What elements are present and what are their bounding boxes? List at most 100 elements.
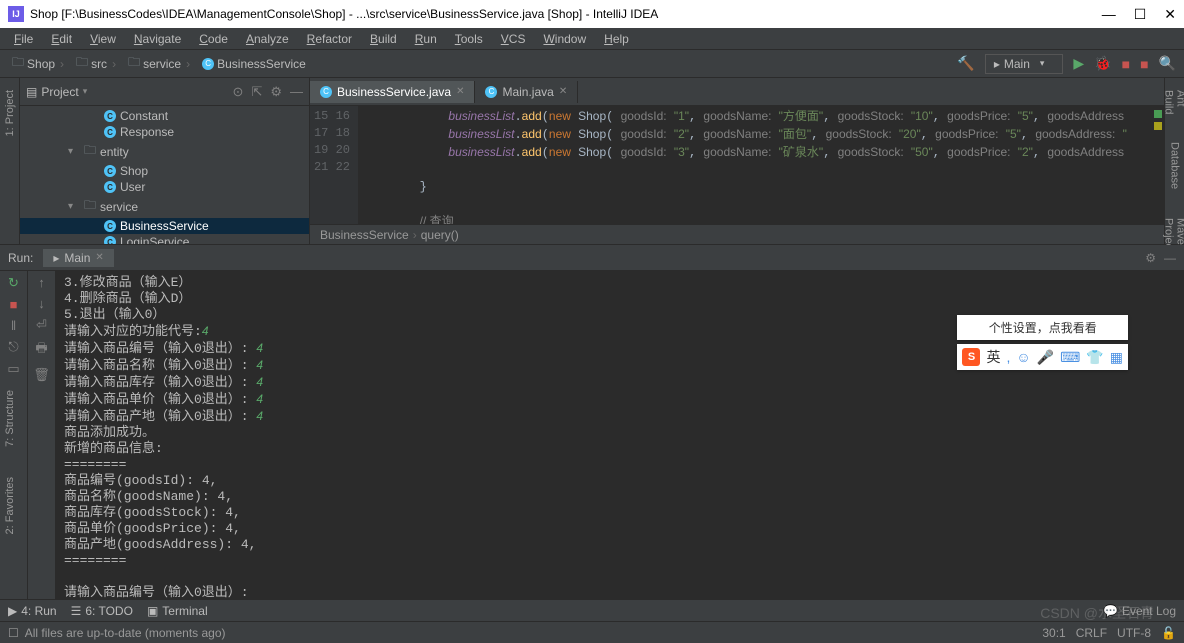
editor-tab-businessservice-java[interactable]: CBusinessService.java✕ — [310, 81, 475, 103]
close-icon[interactable]: ✕ — [95, 252, 103, 263]
wrap-icon[interactable]: ⏎ — [36, 317, 47, 333]
status-message: All files are up-to-date (moments ago) — [25, 626, 226, 640]
breadcrumb-shop[interactable]: 🗀Shop› — [8, 51, 68, 76]
breadcrumb-service[interactable]: 🗀service› — [124, 51, 194, 76]
menu-edit[interactable]: Edit — [43, 30, 80, 48]
run-config-icon: ▸ — [994, 57, 1000, 71]
structure-tool-tab[interactable]: 7: Structure — [4, 390, 16, 447]
stop-icon[interactable]: ■ — [1122, 56, 1130, 72]
run-panel: Run: ▸ Main ✕ ⚙ — ↻ ■ ‖ ⎋ ▭ ↑ ↓ ⏎ 🖶 🗑 3.… — [0, 244, 1184, 599]
exit-icon[interactable]: ⎋ — [8, 339, 18, 355]
lock-icon[interactable]: 🔓 — [1161, 626, 1176, 640]
menu-window[interactable]: Window — [535, 30, 594, 48]
status-icon[interactable]: ☐ — [8, 626, 19, 640]
marker-green — [1154, 110, 1162, 118]
project-panel: ▤ Project ▾ ⊙ ⇱ ⚙ — CConstantCResponse▾🗀… — [20, 78, 310, 244]
menu-refactor[interactable]: Refactor — [299, 30, 360, 48]
menu-file[interactable]: File — [6, 30, 41, 48]
ant-build-tab[interactable]: Ant Build — [1163, 86, 1184, 118]
tree-item-shop[interactable]: CShop — [20, 163, 309, 179]
editor-gutter: 15 16 17 18 19 20 21 22 — [310, 106, 358, 224]
ime-widget: 个性设置，点我看看 S 英 , ☺ 🎤 ⌨ 👕 ▦ — [957, 315, 1128, 370]
project-tool-tab[interactable]: 1: Project — [4, 86, 16, 140]
hide-icon[interactable]: — — [290, 84, 303, 100]
close-button[interactable]: ✕ — [1164, 6, 1176, 23]
tree-item-user[interactable]: CUser — [20, 179, 309, 195]
up-icon[interactable]: ↑ — [38, 275, 45, 290]
encoding[interactable]: UTF-8 — [1117, 626, 1151, 640]
print-icon[interactable]: 🖶 — [35, 339, 47, 361]
terminal-bottom-tab[interactable]: ▣Terminal — [147, 604, 208, 618]
maximize-button[interactable]: ☐ — [1134, 6, 1147, 23]
menu-code[interactable]: Code — [191, 30, 236, 48]
line-separator[interactable]: CRLF — [1076, 626, 1107, 640]
clear-icon[interactable]: 🗑 — [33, 367, 50, 383]
caret-position[interactable]: 30:1 — [1042, 626, 1065, 640]
hammer-icon[interactable]: 🔨 — [957, 55, 974, 72]
breadcrumb-businessservice[interactable]: CBusinessService — [198, 55, 310, 73]
tree-item-response[interactable]: CResponse — [20, 124, 309, 140]
down-icon[interactable]: ↓ — [38, 296, 45, 311]
gear-icon[interactable]: ⚙ — [1145, 251, 1156, 265]
marker-yellow — [1154, 122, 1162, 130]
project-view-label[interactable]: Project — [41, 85, 78, 99]
database-tab[interactable]: Database — [1169, 138, 1181, 193]
ime-tooltip[interactable]: 个性设置，点我看看 — [957, 315, 1128, 340]
ime-emoji-icon[interactable]: ☺ — [1016, 349, 1030, 365]
collapse-all-icon[interactable]: ⇱ — [251, 84, 262, 100]
ime-skin-icon[interactable]: 👕 — [1086, 349, 1103, 366]
editor-breadcrumb: BusinessService › query() — [310, 224, 1164, 244]
scroll-from-source-icon[interactable]: ⊙ — [233, 84, 244, 100]
breadcrumb-src[interactable]: 🗀src› — [72, 51, 120, 76]
layout-icon[interactable]: ▭ — [7, 361, 19, 377]
menu-run[interactable]: Run — [407, 30, 445, 48]
hide-icon[interactable]: — — [1164, 251, 1176, 265]
project-tree[interactable]: CConstantCResponse▾🗀entityCShopCUser▾🗀se… — [20, 106, 309, 244]
ime-toolbox-icon[interactable]: ▦ — [1110, 349, 1123, 366]
run-bottom-tab[interactable]: ▶4: Run — [8, 604, 57, 618]
favorites-tool-tab[interactable]: 2: Favorites — [4, 477, 16, 534]
tree-item-entity[interactable]: ▾🗀entity — [20, 140, 309, 163]
debug-icon[interactable]: 🐞 — [1094, 55, 1111, 72]
project-view-icon: ▤ — [26, 85, 37, 99]
run-config-selector[interactable]: ▸ Main — [985, 54, 1064, 74]
menu-help[interactable]: Help — [596, 30, 637, 48]
editor-body[interactable]: 15 16 17 18 19 20 21 22 businessList.add… — [310, 106, 1164, 224]
menu-navigate[interactable]: Navigate — [126, 30, 189, 48]
tree-item-businessservice[interactable]: CBusinessService — [20, 218, 309, 234]
ime-punct-icon[interactable]: , — [1006, 349, 1010, 365]
rerun-icon[interactable]: ↻ — [8, 275, 19, 291]
minimize-button[interactable]: — — [1102, 6, 1116, 23]
event-log-label[interactable]: Event Log — [1122, 604, 1176, 618]
code-area[interactable]: businessList.add(new Shop( goodsId: "1",… — [358, 106, 1164, 224]
gear-icon[interactable]: ⚙ — [270, 84, 282, 100]
menu-view[interactable]: View — [82, 30, 124, 48]
left-tool-stripe: 1: Project — [0, 78, 20, 244]
menu-vcs[interactable]: VCS — [493, 30, 534, 48]
run-icon[interactable]: ▶ — [1073, 55, 1084, 72]
tree-item-service[interactable]: ▾🗀service — [20, 195, 309, 218]
bc-class[interactable]: BusinessService — [320, 228, 409, 242]
ime-keyboard-icon[interactable]: ⌨ — [1060, 349, 1080, 366]
ime-voice-icon[interactable]: 🎤 — [1037, 349, 1054, 366]
event-log-icon[interactable]: 💬 — [1103, 604, 1118, 618]
ime-toolbar[interactable]: S 英 , ☺ 🎤 ⌨ 👕 ▦ — [957, 344, 1128, 370]
sogou-logo-icon[interactable]: S — [962, 348, 980, 366]
run-tab-icon: ▸ — [53, 251, 59, 265]
bc-method[interactable]: query() — [421, 228, 459, 242]
stop-icon[interactable]: ■ — [10, 297, 18, 312]
run-tab[interactable]: ▸ Main ✕ — [43, 249, 113, 267]
tree-item-constant[interactable]: CConstant — [20, 108, 309, 124]
editor-tab-main-java[interactable]: CMain.java✕ — [475, 81, 578, 103]
search-icon[interactable]: 🔍 — [1159, 55, 1176, 72]
tree-item-loginservice[interactable]: CLoginService — [20, 234, 309, 244]
stop-all-icon[interactable]: ■ — [1140, 56, 1148, 72]
ime-lang[interactable]: 英 — [986, 347, 1000, 367]
menu-tools[interactable]: Tools — [447, 30, 491, 48]
pause-icon[interactable]: ‖ — [11, 318, 16, 333]
titlebar: IJ Shop [F:\BusinessCodes\IDEA\Managemen… — [0, 0, 1184, 28]
menu-analyze[interactable]: Analyze — [238, 30, 297, 48]
menu-build[interactable]: Build — [362, 30, 405, 48]
todo-bottom-tab[interactable]: ☰6: TODO — [71, 604, 133, 618]
menubar: FileEditViewNavigateCodeAnalyzeRefactorB… — [0, 28, 1184, 50]
